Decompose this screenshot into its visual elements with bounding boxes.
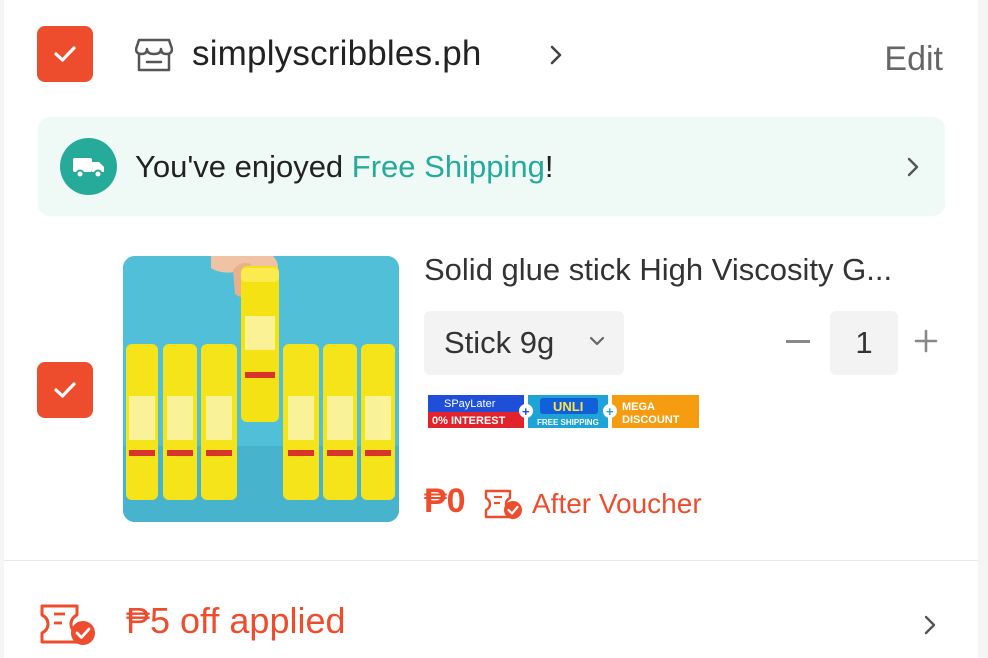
voucher-applied-text[interactable]: ₱5 off applied <box>126 600 346 642</box>
promo-badges: SPayLater 0% INTEREST UNLI FREE SHIPPING… <box>428 395 699 428</box>
chevron-down-icon <box>589 336 605 346</box>
svg-text:+: + <box>522 404 530 419</box>
shop-name-link[interactable]: simplyscribbles.ph <box>192 34 482 74</box>
mega-label: MEGA <box>622 401 655 413</box>
spaylater-label: SPayLater <box>444 398 496 410</box>
after-voucher-label: After Voucher <box>532 488 702 519</box>
item-select-checkbox[interactable] <box>37 362 93 418</box>
free-shipping-banner[interactable]: You've enjoyed Free Shipping! <box>38 117 945 216</box>
quantity-decrease-button[interactable] <box>786 340 810 343</box>
product-title[interactable]: Solid glue stick High Viscosity G... <box>424 252 944 288</box>
free-shipping-suffix: ! <box>544 149 554 184</box>
chevron-right-icon[interactable] <box>924 615 936 635</box>
discount-label: DISCOUNT <box>622 414 680 426</box>
free-shipping-highlight: Free Shipping <box>351 149 545 184</box>
zero-interest-label: 0% INTEREST <box>432 415 506 427</box>
quantity-input[interactable]: 1 <box>830 311 898 375</box>
chevron-right-icon[interactable] <box>549 44 563 66</box>
shop-icon <box>135 38 173 72</box>
divider <box>4 560 978 561</box>
voucher-icon <box>40 604 95 645</box>
free-shipping-prefix: You've enjoyed <box>135 149 352 184</box>
check-icon <box>54 382 76 398</box>
variant-label: Stick 9g <box>444 325 555 360</box>
unli-label: UNLI <box>553 399 583 414</box>
chevron-right-icon <box>907 157 919 177</box>
quantity-increase-button[interactable] <box>914 329 938 353</box>
cart-shop-card: simplyscribbles.ph Edit You've enjoyed F… <box>4 0 978 658</box>
shop-select-checkbox[interactable] <box>37 26 93 82</box>
free-shipping-badge-label: FREE SHIPPING <box>537 418 599 427</box>
voucher-icon <box>484 489 522 519</box>
product-image[interactable] <box>123 256 399 522</box>
truck-icon <box>60 138 117 195</box>
check-icon <box>54 46 76 62</box>
variant-selector[interactable]: Stick 9g <box>424 311 624 375</box>
edit-button[interactable]: Edit <box>884 40 943 79</box>
svg-text:+: + <box>606 404 614 419</box>
price: ₱0 <box>424 482 466 520</box>
free-shipping-text: You've enjoyed Free Shipping! <box>135 148 553 186</box>
